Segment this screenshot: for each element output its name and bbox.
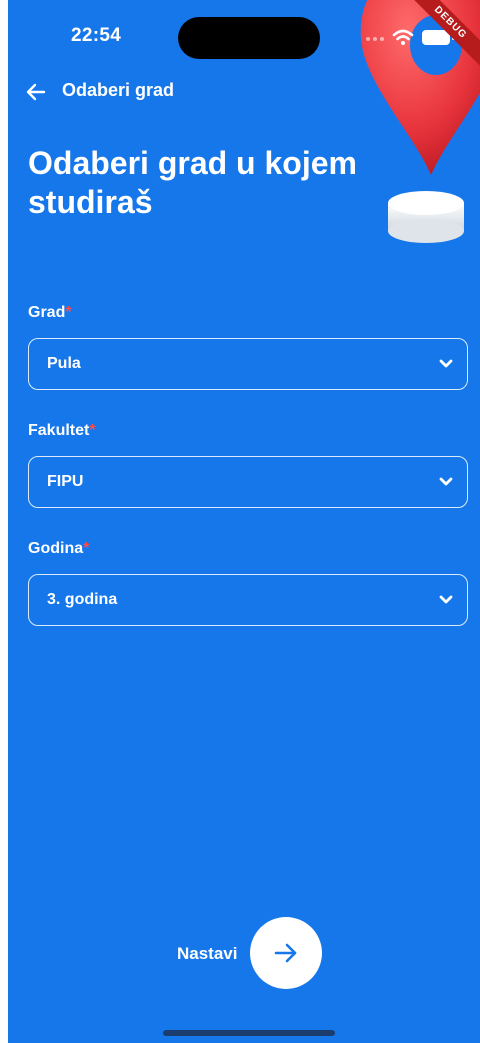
page-title: Odaberi grad u kojem studiraš [28, 145, 357, 220]
faculty-field-label: Fakultet* [28, 422, 96, 440]
faculty-dropdown[interactable]: FIPU [28, 456, 468, 508]
faculty-label-text: Fakultet [28, 422, 90, 439]
status-time: 22:54 [71, 25, 122, 46]
dynamic-island [178, 17, 320, 59]
screen: 22:54 DEBUG Odaberi grad Odaberi grad u … [8, 0, 480, 1043]
city-field-label: Grad* [28, 304, 72, 322]
faculty-dropdown-value: FIPU [47, 473, 84, 490]
required-mark: * [89, 422, 96, 439]
required-mark: * [65, 304, 72, 321]
back-arrow-icon[interactable] [24, 80, 48, 104]
arrow-right-icon [274, 943, 297, 963]
city-dropdown-value: Pula [47, 355, 81, 372]
chevron-down-icon [439, 359, 453, 368]
continue-label[interactable]: Nastavi [177, 944, 237, 964]
city-label-text: Grad [28, 304, 66, 321]
year-dropdown[interactable]: 3. godina [28, 574, 468, 626]
required-mark: * [83, 540, 90, 557]
continue-button[interactable] [250, 917, 322, 989]
home-indicator[interactable] [163, 1030, 335, 1036]
city-dropdown[interactable]: Pula [28, 338, 468, 390]
wifi-icon [392, 29, 414, 41]
chevron-down-icon [439, 477, 453, 486]
app-bar-title: Odaberi grad [62, 80, 175, 100]
year-label-text: Godina [28, 540, 84, 557]
chevron-down-icon [439, 595, 453, 604]
year-dropdown-value: 3. godina [47, 591, 118, 608]
year-field-label: Godina* [28, 540, 89, 558]
signal-dots [366, 37, 384, 41]
